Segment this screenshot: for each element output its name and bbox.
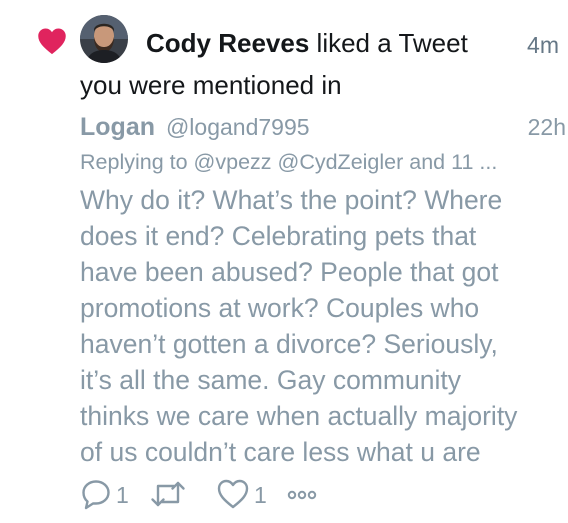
tweet-body-line: does it end? Celebrating pets that	[80, 221, 477, 251]
reply-count: 1	[116, 482, 129, 508]
like-count: 1	[254, 482, 267, 508]
heart-icon	[38, 28, 66, 55]
avatar[interactable]	[80, 15, 128, 63]
reply-icon	[82, 480, 110, 510]
like-button[interactable]: 1	[216, 478, 276, 510]
more-icon	[287, 490, 317, 500]
tweet-author-name[interactable]: Logan	[80, 113, 155, 141]
like-heart-icon	[217, 479, 249, 509]
retweet-button[interactable]	[150, 478, 186, 510]
tweet-body-line: promotions at work? Couples who	[80, 293, 480, 323]
tweet-body-line: Why do it? What’s the point? Where	[80, 185, 503, 215]
retweet-icon	[151, 481, 185, 507]
tweet-body-line: have been abused? People that got	[80, 257, 499, 287]
tweet-author-handle[interactable]: @logand7995	[166, 114, 310, 140]
tweet-actions: 1 1	[80, 478, 380, 510]
more-button[interactable]	[286, 478, 320, 510]
tweet-header: Logan @logand7995 22h	[80, 110, 566, 144]
notification-text: Cody Reeves liked a Tweet	[146, 26, 468, 60]
notification-text-continued: you were mentioned in	[80, 70, 342, 100]
like-notification[interactable]: Cody Reeves liked a Tweet 4m you were me…	[0, 0, 568, 523]
tweet-body-line: thinks we care when actually majority	[80, 401, 518, 431]
tweet-body-line: haven’t gotten a divorce? Seriously,	[80, 329, 498, 359]
tweet-body[interactable]: Why do it? What’s the point? Where does …	[80, 182, 564, 470]
actor-name[interactable]: Cody Reeves	[146, 28, 309, 58]
reply-button[interactable]: 1	[80, 478, 136, 510]
tweet-body-line: of us couldn’t care less what u are	[80, 437, 481, 467]
notification-time: 4m	[527, 32, 559, 58]
replying-to[interactable]: Replying to @vpezz @CydZeigler and 11 ..…	[80, 147, 566, 177]
tweet-body-line: it’s all the same. Gay community	[80, 365, 461, 395]
notification-action: liked a Tweet	[316, 28, 468, 58]
tweet-time[interactable]: 22h	[528, 110, 566, 144]
